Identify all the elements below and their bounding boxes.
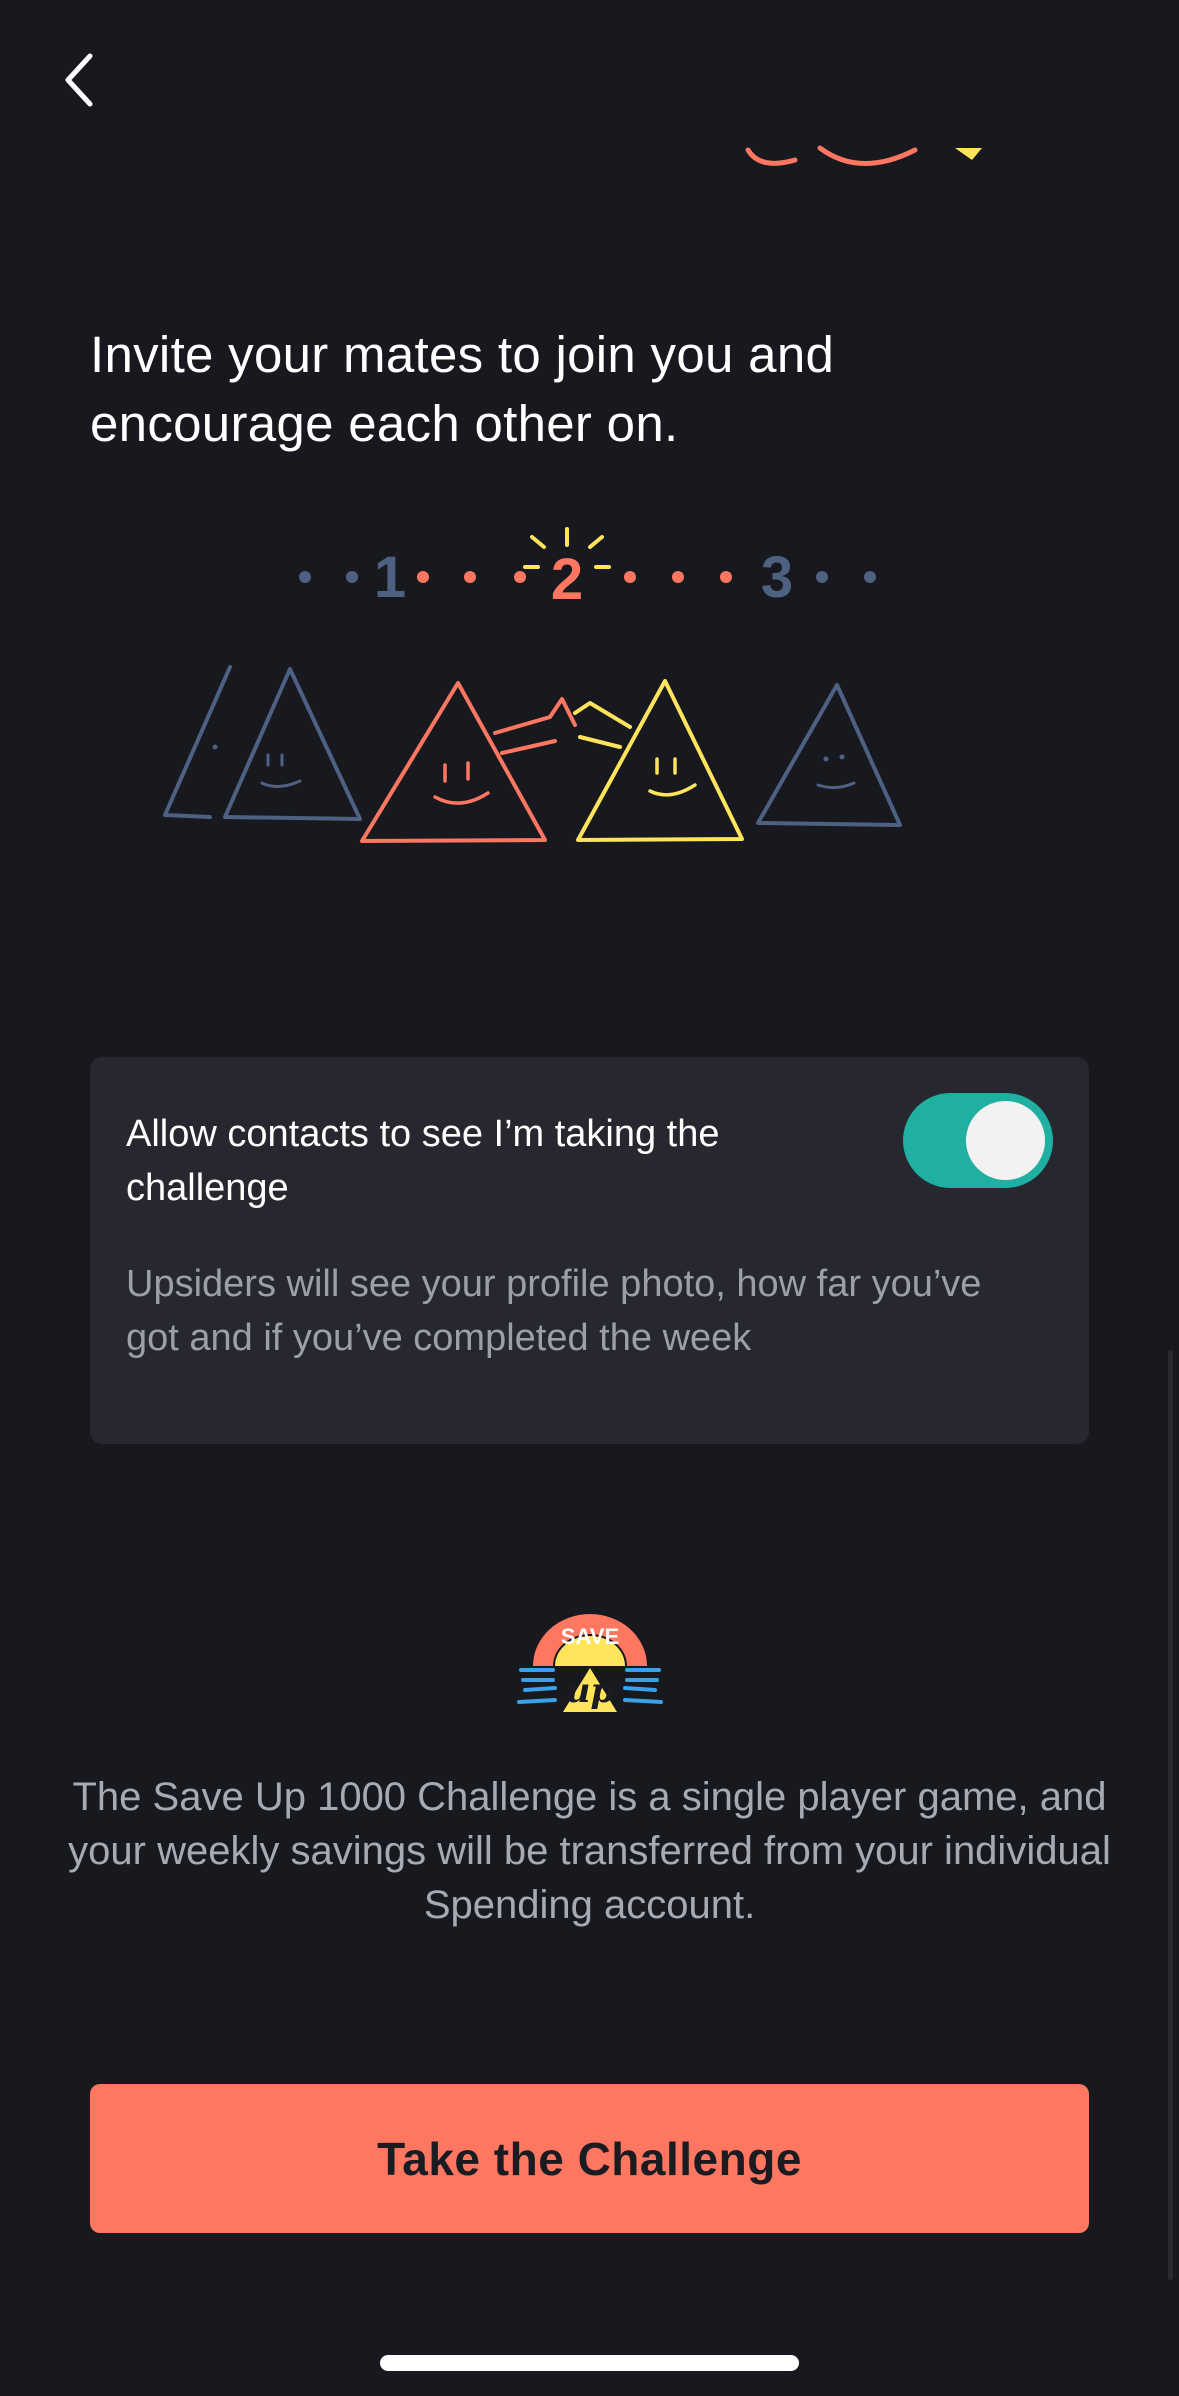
- take-challenge-button[interactable]: Take the Challenge: [90, 2084, 1089, 2233]
- top-illustration: [745, 145, 982, 166]
- share-progress-description: Upsiders will see your profile photo, ho…: [126, 1263, 982, 1359]
- home-indicator[interactable]: [380, 2355, 799, 2371]
- step-2-label: 2: [551, 547, 583, 612]
- logo-top-text: SAVE: [561, 1624, 619, 1649]
- intro-text: Invite your mates to join you and encour…: [90, 326, 835, 452]
- save-up-logo: SAVE up: [517, 1614, 663, 1712]
- toggle-knob: [966, 1101, 1045, 1180]
- share-progress-toggle[interactable]: [903, 1093, 1053, 1188]
- challenge-screen: Invite your mates to join you and encour…: [0, 0, 1179, 2396]
- back-button[interactable]: [40, 40, 120, 120]
- friends-illustration: [163, 665, 902, 843]
- steps-illustration: 1 2 3: [299, 527, 876, 612]
- logo-bottom-text: up: [566, 1671, 615, 1711]
- single-player-disclaimer: The Save Up 1000 Challenge is a single p…: [68, 1775, 1111, 1927]
- step-1-label: 1: [374, 545, 406, 610]
- share-progress-card: Allow contacts to see I’m taking the cha…: [90, 1057, 1089, 1444]
- share-progress-title: Allow contacts to see I’m taking the cha…: [126, 1113, 720, 1209]
- chevron-left-icon: [65, 53, 93, 107]
- step-3-label: 3: [761, 545, 793, 610]
- scrollbar[interactable]: [1168, 1350, 1173, 2280]
